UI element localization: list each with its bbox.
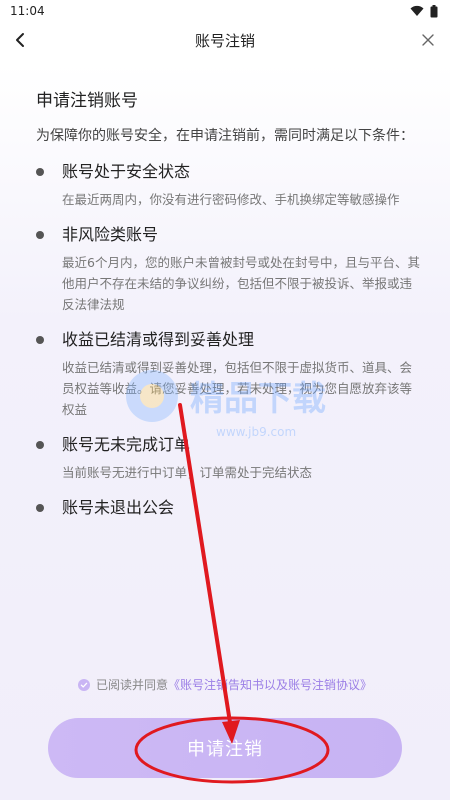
battery-icon xyxy=(430,4,438,17)
section-description: 为保障你的账号安全，在申请注销前，需同时满足以下条件： xyxy=(36,128,414,144)
close-icon xyxy=(422,34,434,46)
top-bar: 账号注销 xyxy=(0,22,450,58)
heart-check-icon xyxy=(77,678,90,691)
condition-title: 收益已结清或得到妥善处理 xyxy=(62,330,255,349)
bullet-dot xyxy=(36,168,44,176)
condition-item: 账号处于安全状态 在最近两周内，你没有进行密码修改、手机换绑定等敏感操作 xyxy=(36,161,428,210)
condition-title: 非风险类账号 xyxy=(62,225,159,244)
condition-title: 账号未退出公会 xyxy=(62,498,175,517)
section-heading: 申请注销账号 xyxy=(36,91,138,111)
main-content: 申请注销账号 为保障你的账号安全，在申请注销前，需同时满足以下条件： 账号处于安… xyxy=(0,58,450,519)
back-button[interactable] xyxy=(8,28,32,52)
agreement-prefix: 已阅读并同意 xyxy=(95,678,168,692)
apply-cancel-button[interactable]: 申请注销 xyxy=(48,718,402,778)
condition-title: 账号无未完成订单 xyxy=(62,435,191,454)
status-time: 11:04 xyxy=(10,4,45,18)
condition-item: 账号未退出公会 xyxy=(36,497,428,519)
bullet-dot xyxy=(36,231,44,239)
bullet-dot xyxy=(36,441,44,449)
agreement-link[interactable]: 《账号注销告知书以及账号注销协议》 xyxy=(168,676,372,693)
condition-desc: 收益已结清或得到妥善处理，包括但不限于虚拟货币、道具、会员权益等收益。请您妥善处… xyxy=(62,360,413,417)
agreement-checkbox[interactable] xyxy=(77,678,90,691)
bullet-dot xyxy=(36,336,44,344)
wifi-icon xyxy=(410,5,424,16)
close-button[interactable] xyxy=(416,28,440,52)
condition-desc: 最近6个月内，您的账户未曾被封号或处在封号中，且与平台、其他用户不存在未结的争议… xyxy=(62,255,420,312)
condition-desc: 在最近两周内，你没有进行密码修改、手机换绑定等敏感操作 xyxy=(62,192,400,207)
agreement-row: 已阅读并同意 《账号注销告知书以及账号注销协议》 xyxy=(0,676,450,693)
condition-item: 收益已结清或得到妥善处理 收益已结清或得到妥善处理，包括但不限于虚拟货币、道具、… xyxy=(36,329,428,420)
condition-desc: 当前账号无进行中订单，订单需处于完结状态 xyxy=(62,465,313,480)
condition-item: 账号无未完成订单 当前账号无进行中订单，订单需处于完结状态 xyxy=(36,434,428,483)
condition-item: 非风险类账号 最近6个月内，您的账户未曾被封号或处在封号中，且与平台、其他用户不… xyxy=(36,224,428,315)
status-bar: 11:04 xyxy=(0,0,450,22)
status-icons xyxy=(410,4,438,18)
page-title: 账号注销 xyxy=(194,31,255,50)
bullet-dot xyxy=(36,504,44,512)
condition-title: 账号处于安全状态 xyxy=(62,162,191,181)
chevron-left-icon xyxy=(16,33,24,47)
